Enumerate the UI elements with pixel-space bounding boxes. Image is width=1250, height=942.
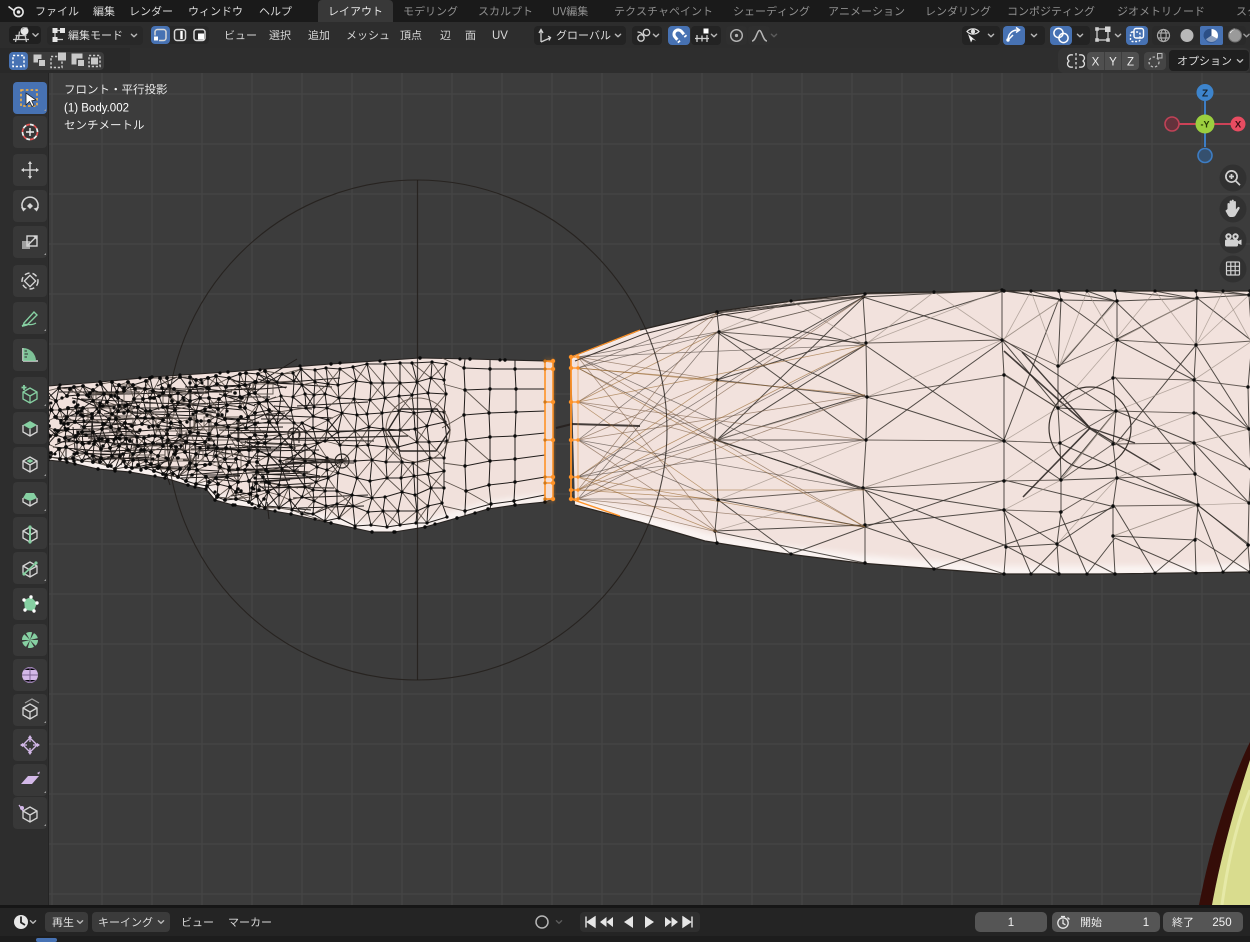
svg-text:X: X [1235,120,1242,131]
svg-text:Z: Z [1127,57,1134,69]
svg-text:-Y: -Y [1201,120,1210,130]
svg-text:X: X [1092,57,1100,69]
svg-text:Y: Y [1109,57,1117,69]
svg-text:(1) Body.002: (1) Body.002 [64,103,129,115]
svg-text:1: 1 [1008,917,1014,929]
svg-text:Z: Z [1202,88,1208,99]
svg-text:UV: UV [492,30,508,42]
svg-text:1: 1 [1143,917,1149,929]
svg-text:250: 250 [1212,917,1231,929]
